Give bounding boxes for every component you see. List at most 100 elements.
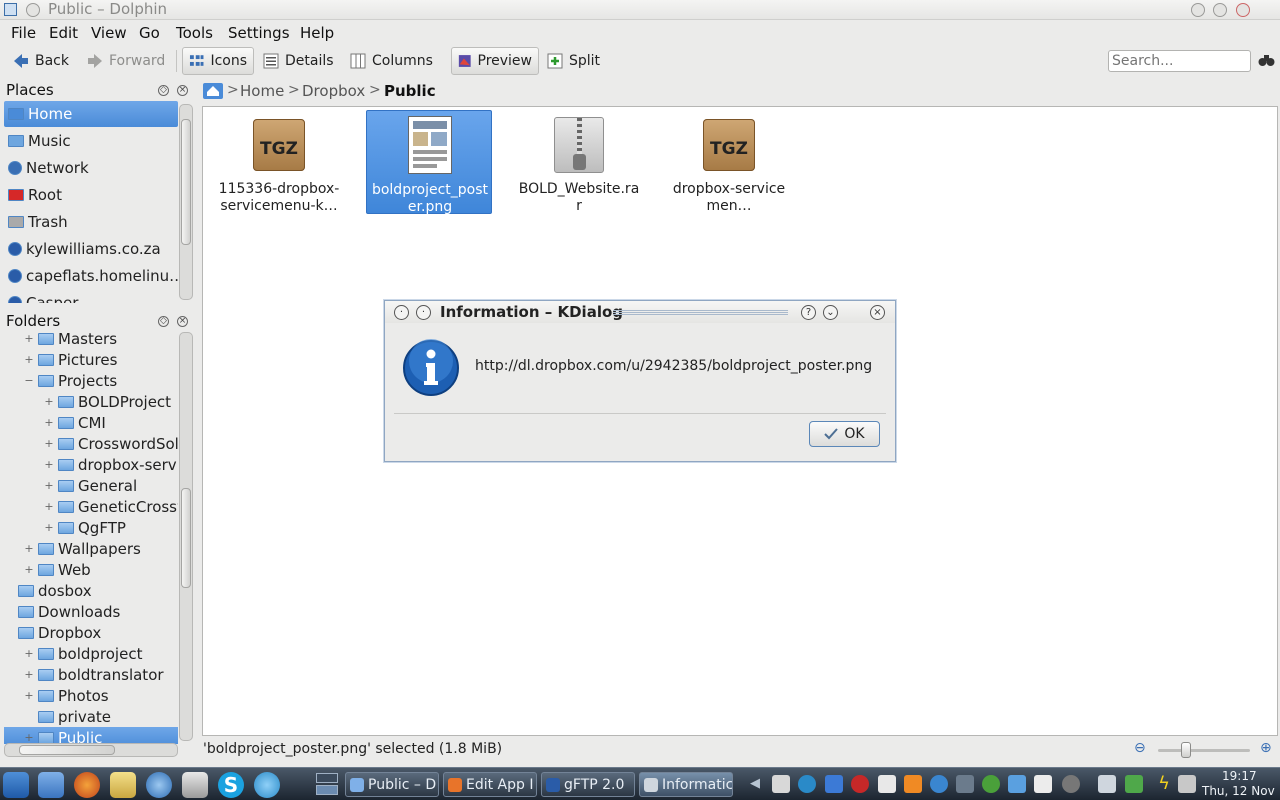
info-tray-icon[interactable] — [1062, 775, 1080, 793]
zoom-slider[interactable] — [1158, 749, 1250, 752]
expand-toggle-icon[interactable]: + — [44, 437, 54, 450]
expand-toggle-icon[interactable]: + — [24, 353, 34, 366]
info-dialog[interactable]: · · Information – KDialog ? ⌄ × http://d… — [384, 300, 896, 462]
expand-toggle-icon[interactable]: + — [24, 647, 34, 660]
folder-row[interactable]: + QgFTP — [4, 517, 178, 538]
tray-expand-icon[interactable]: ◀ — [750, 776, 760, 791]
expand-toggle-icon[interactable]: + — [24, 689, 34, 702]
back-button[interactable]: Back — [6, 47, 76, 75]
expand-toggle-icon[interactable]: + — [44, 416, 54, 429]
close-icon[interactable]: × — [870, 305, 885, 320]
panel-float-icon[interactable]: ◇ — [158, 85, 169, 96]
folder-row[interactable]: + Pictures — [4, 349, 178, 370]
places-scroll-thumb[interactable] — [181, 119, 191, 245]
panel-close-icon[interactable]: × — [177, 85, 188, 96]
forward-button[interactable]: Forward — [80, 47, 172, 75]
folder-row[interactable]: dosbox — [4, 580, 178, 601]
pager[interactable] — [290, 771, 342, 798]
folder-row[interactable]: + Public — [4, 727, 178, 744]
folders-hscroll-thumb[interactable] — [19, 745, 115, 755]
zoom-in-icon[interactable]: ⊕ — [1260, 740, 1272, 756]
preview-button[interactable]: Preview — [451, 47, 539, 75]
plug-icon[interactable] — [1178, 775, 1196, 793]
panel-float-icon[interactable]: ◇ — [158, 316, 169, 327]
menu-settings[interactable]: Settings — [228, 24, 290, 42]
place-music[interactable]: Music — [4, 128, 178, 154]
dialog-menu-icon[interactable]: · — [394, 305, 409, 320]
skype-icon[interactable]: S — [218, 772, 244, 798]
folders-scrollbar[interactable] — [179, 332, 193, 741]
expand-toggle-icon[interactable]: + — [24, 668, 34, 681]
expand-toggle-icon[interactable]: + — [44, 479, 54, 492]
kde-menu-icon[interactable] — [3, 772, 29, 798]
place-home[interactable]: Home — [4, 101, 178, 127]
folder-row[interactable]: + CMI — [4, 412, 178, 433]
expand-toggle-icon[interactable]: + — [24, 332, 34, 345]
taskbar-task[interactable]: Edit App I — [443, 772, 537, 797]
browser-tray-icon[interactable] — [930, 775, 948, 793]
browser-icon[interactable] — [146, 772, 172, 798]
folder-row[interactable]: private — [4, 706, 178, 727]
expand-toggle-icon[interactable]: + — [24, 542, 34, 555]
chat-icon[interactable] — [254, 772, 280, 798]
maximize-icon[interactable] — [1213, 3, 1227, 17]
file-manager-icon[interactable] — [38, 772, 64, 798]
clock-alarm-icon[interactable] — [851, 775, 869, 793]
expand-toggle-icon[interactable]: + — [44, 500, 54, 513]
bluetooth-manager-icon[interactable] — [956, 775, 974, 793]
folders-scroll-thumb[interactable] — [181, 488, 191, 588]
panel-close-icon[interactable]: × — [177, 316, 188, 327]
dropbox-icon[interactable] — [1008, 775, 1026, 793]
place-network[interactable]: Network — [4, 155, 178, 181]
folder-row[interactable]: + boldtranslator — [4, 664, 178, 685]
firefox-icon[interactable] — [74, 772, 100, 798]
file-item[interactable]: boldproject_poster.png — [366, 110, 492, 215]
folder-row[interactable]: + Photos — [4, 685, 178, 706]
update-icon[interactable] — [798, 775, 816, 793]
folder-row[interactable]: Downloads — [4, 601, 178, 622]
menu-help[interactable]: Help — [300, 24, 334, 42]
rss-icon[interactable] — [904, 775, 922, 793]
folders-hscrollbar[interactable] — [4, 743, 178, 757]
menu-go[interactable]: Go — [139, 24, 160, 42]
split-button[interactable]: Split — [540, 47, 607, 75]
minimize-icon[interactable]: ⌄ — [823, 305, 838, 320]
folder-row[interactable]: + CrosswordSolve — [4, 433, 178, 454]
notifications-icon[interactable] — [1098, 775, 1116, 793]
bluetooth-icon[interactable] — [825, 775, 843, 793]
minimize-icon[interactable] — [1191, 3, 1205, 17]
help-icon[interactable]: ? — [801, 305, 816, 320]
network-icon[interactable] — [878, 775, 896, 793]
mail-icon[interactable] — [182, 772, 208, 798]
view-icons-button[interactable]: Icons — [182, 47, 254, 75]
folder-row[interactable]: + Web — [4, 559, 178, 580]
folder-row[interactable]: Dropbox — [4, 622, 178, 643]
clipboard-icon[interactable] — [1034, 775, 1052, 793]
volume-icon[interactable] — [772, 775, 790, 793]
settings-icon[interactable] — [982, 775, 1000, 793]
folder-row[interactable]: + GeneticCrosswc — [4, 496, 178, 517]
expand-toggle-icon[interactable]: + — [44, 521, 54, 534]
window-titlebar[interactable]: Public – Dolphin — [0, 0, 1280, 20]
taskbar-task[interactable]: Public – D — [345, 772, 439, 797]
folder-row[interactable]: − Projects — [4, 370, 178, 391]
folder-row[interactable]: + General — [4, 475, 178, 496]
breadcrumb-home[interactable]: Home — [240, 82, 284, 100]
home-icon[interactable] — [203, 82, 223, 100]
clock-time[interactable]: 19:17 — [1222, 769, 1257, 783]
battery-icon[interactable] — [1125, 775, 1143, 793]
place-trash[interactable]: Trash — [4, 209, 178, 235]
binoculars-icon[interactable] — [1258, 53, 1275, 68]
folder-row[interactable]: + Wallpapers — [4, 538, 178, 559]
taskbar-task[interactable]: gFTP 2.0 — [541, 772, 635, 797]
dialog-pin-icon[interactable]: · — [416, 305, 431, 320]
breadcrumb-dropbox[interactable]: Dropbox — [302, 82, 365, 100]
ok-button[interactable]: OK — [809, 421, 880, 447]
folder-row[interactable]: + BOLDProject — [4, 391, 178, 412]
file-item[interactable]: TGZ 115336-dropbox-servicemenu-k… — [216, 110, 342, 214]
expand-toggle-icon[interactable]: + — [44, 458, 54, 471]
taskbar-task[interactable]: Informatic — [639, 772, 733, 797]
view-columns-button[interactable]: Columns — [343, 47, 440, 75]
expand-toggle-icon[interactable]: + — [44, 395, 54, 408]
menu-view[interactable]: View — [91, 24, 127, 42]
